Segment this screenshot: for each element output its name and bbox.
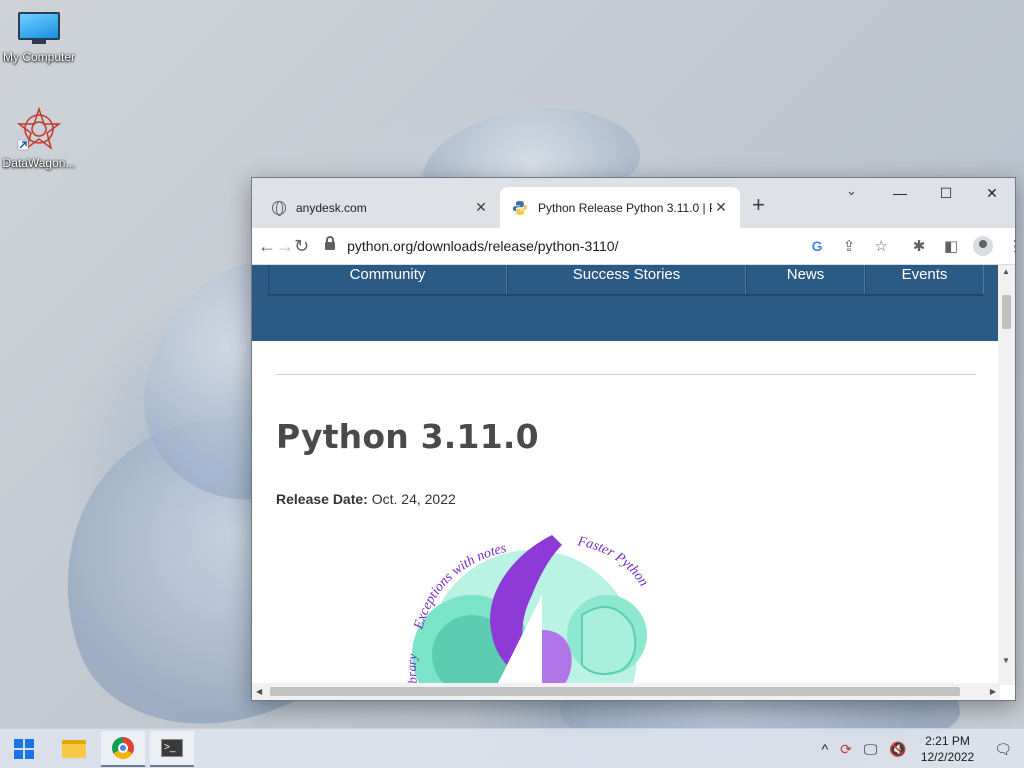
release-date: Release Date: Oct. 24, 2022: [276, 491, 456, 507]
lock-icon: [325, 236, 336, 250]
system-tray: ^ ⟳ 🖵 🔇 2:21 PM 12/2/2022 🗨: [816, 729, 1024, 768]
reload-icon[interactable]: ↻: [294, 236, 309, 257]
clock-date: 12/2/2022: [920, 750, 975, 764]
browser-window: anydesk.com ✕ Python Release Python 3.11…: [251, 177, 1023, 701]
extensions-puzzle-icon[interactable]: ✱: [903, 237, 935, 255]
kebab-menu-icon[interactable]: ⋮: [999, 237, 1024, 255]
forward-arrow-icon[interactable]: →: [276, 236, 294, 257]
close-tab-icon[interactable]: ✕: [472, 199, 490, 216]
scroll-right-arrow-icon[interactable]: ▶: [990, 687, 996, 696]
volume-muted-icon[interactable]: 🔇: [889, 741, 906, 758]
profile-avatar-icon[interactable]: [973, 236, 994, 256]
globe-icon: [272, 200, 286, 216]
nav-news[interactable]: News: [746, 265, 865, 294]
horizontal-scrollbar[interactable]: ◀ ▶: [252, 683, 1000, 700]
vertical-scroll-thumb[interactable]: [1002, 295, 1011, 329]
back-arrow-icon[interactable]: ←: [258, 236, 276, 257]
horizontal-scroll-thumb[interactable]: [270, 687, 960, 696]
browser-toolbar: ← → ↻ python.org/downloads/release/pytho…: [252, 228, 1023, 265]
tray-overflow-chevron-icon[interactable]: ^: [822, 741, 829, 757]
bookmark-star-icon[interactable]: ☆: [865, 237, 897, 255]
python-icon: [512, 200, 528, 216]
page-title: Python 3.11.0: [276, 417, 539, 456]
desktop-icon-label: My Computer: [2, 50, 76, 64]
chrome-icon: [112, 737, 134, 759]
python-main-nav: Community Success Stories News Events: [252, 265, 1000, 341]
tab-title: anydesk.com: [296, 200, 367, 215]
release-date-label: Release Date:: [276, 491, 368, 507]
page-viewport: Community Success Stories News Events Py…: [252, 265, 1000, 685]
desktop-icon-datawagon[interactable]: DataWagon...: [0, 106, 78, 170]
notification-icon[interactable]: 🗨: [994, 741, 1012, 758]
close-tab-icon[interactable]: ✕: [712, 199, 730, 216]
window-controls: — ☐ ✕: [877, 178, 1015, 208]
share-icon[interactable]: ⇪: [833, 237, 865, 255]
terminal-icon: >_: [161, 739, 183, 757]
divider: [276, 374, 976, 375]
windows-logo-icon: [14, 739, 34, 759]
tab-search-chevron-icon[interactable]: ⌄: [846, 183, 857, 199]
taskbar-terminal[interactable]: >_: [150, 731, 194, 767]
taskbar: >_ ^ ⟳ 🖵 🔇 2:21 PM 12/2/2022 🗨: [0, 728, 1024, 768]
side-panel-icon[interactable]: ◧: [935, 237, 967, 255]
minimize-icon[interactable]: —: [877, 178, 923, 208]
release-date-value: Oct. 24, 2022: [371, 491, 456, 507]
url-text: python.org/downloads/release/python-3110…: [347, 238, 619, 254]
nav-events[interactable]: Events: [865, 265, 984, 294]
python-311-artwork: Exceptions with notes Faster Python d li…: [402, 534, 662, 685]
nav-community[interactable]: Community: [268, 265, 507, 294]
tab-python-release[interactable]: Python Release Python 3.11.0 | Py ✕: [500, 187, 740, 228]
clock-time: 2:21 PM: [925, 734, 970, 748]
desktop-icon-label: DataWagon...: [2, 156, 76, 170]
clock[interactable]: 2:21 PM 12/2/2022: [921, 733, 974, 765]
computer-icon: [18, 12, 60, 46]
tab-anydesk[interactable]: anydesk.com ✕: [260, 187, 500, 228]
taskbar-chrome[interactable]: [101, 731, 145, 767]
tab-title: Python Release Python 3.11.0 | Py: [538, 200, 712, 215]
folder-icon: [62, 740, 86, 758]
start-button[interactable]: [2, 731, 46, 767]
sync-alert-icon[interactable]: ⟳: [840, 741, 852, 758]
address-bar[interactable]: python.org/downloads/release/python-3110…: [315, 232, 801, 260]
tab-bar: anydesk.com ✕ Python Release Python 3.11…: [252, 178, 1015, 228]
scroll-left-arrow-icon[interactable]: ◀: [256, 687, 262, 696]
network-icon[interactable]: 🖵: [864, 741, 878, 758]
scroll-up-arrow-icon[interactable]: ▲: [1002, 267, 1010, 276]
new-tab-button[interactable]: +: [752, 192, 765, 218]
google-translate-icon[interactable]: G: [801, 238, 833, 254]
nav-success-stories[interactable]: Success Stories: [507, 265, 746, 294]
desktop-icon-my-computer[interactable]: My Computer: [0, 12, 78, 64]
datawagon-icon: [16, 106, 62, 152]
scroll-down-arrow-icon[interactable]: ▼: [1002, 656, 1010, 665]
close-window-icon[interactable]: ✕: [969, 178, 1015, 208]
vertical-scrollbar[interactable]: ▲ ▼: [998, 265, 1015, 685]
taskbar-file-explorer[interactable]: [52, 731, 96, 767]
maximize-icon[interactable]: ☐: [923, 178, 969, 208]
